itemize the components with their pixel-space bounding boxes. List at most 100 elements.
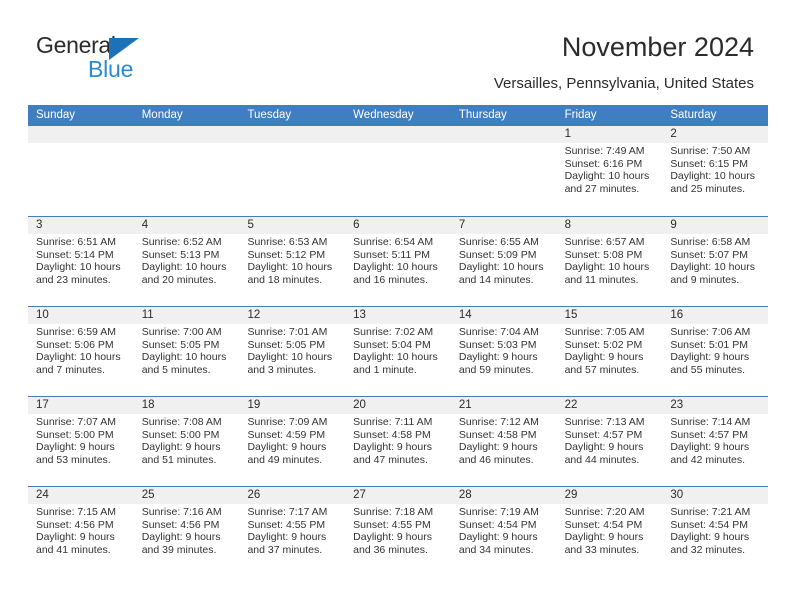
day-cell[interactable]: 6 Sunrise: 6:54 AM Sunset: 5:11 PM Dayli…	[345, 217, 451, 305]
day-cell[interactable]: 9 Sunrise: 6:58 AM Sunset: 5:07 PM Dayli…	[662, 217, 769, 305]
day-number: 10	[28, 307, 134, 324]
sunset-text: Sunset: 5:02 PM	[564, 338, 643, 351]
day-cell[interactable]	[450, 126, 557, 214]
day-cell[interactable]: 20 Sunrise: 7:11 AM Sunset: 4:58 PM Dayl…	[345, 397, 451, 485]
day-details: Sunrise: 6:58 AM Sunset: 5:07 PM Dayligh…	[662, 234, 768, 286]
sunrise-text: Sunrise: 7:02 AM	[353, 326, 434, 338]
day-details: Sunrise: 6:57 AM Sunset: 5:08 PM Dayligh…	[557, 234, 663, 286]
daylight-text: Daylight: 10 hours and 27 minutes.	[564, 170, 650, 195]
sunrise-text: Sunrise: 7:15 AM	[36, 506, 116, 518]
day-number: 28	[450, 487, 557, 504]
sunrise-text: Sunrise: 6:57 AM	[564, 236, 645, 248]
day-cell[interactable]: 7 Sunrise: 6:55 AM Sunset: 5:09 PM Dayli…	[450, 217, 557, 305]
day-cell[interactable]: 24 Sunrise: 7:15 AM Sunset: 4:56 PM Dayl…	[28, 487, 134, 575]
day-cell[interactable]: 17 Sunrise: 7:07 AM Sunset: 5:00 PM Dayl…	[28, 397, 134, 485]
sunset-text: Sunset: 5:01 PM	[670, 338, 748, 351]
day-details: Sunrise: 6:54 AM Sunset: 5:11 PM Dayligh…	[345, 234, 451, 286]
day-cell[interactable]: 8 Sunrise: 6:57 AM Sunset: 5:08 PM Dayli…	[556, 217, 663, 305]
sunrise-text: Sunrise: 6:55 AM	[458, 236, 539, 248]
day-cell[interactable]: 23 Sunrise: 7:14 AM Sunset: 4:57 PM Dayl…	[662, 397, 769, 485]
day-details: Sunrise: 7:14 AM Sunset: 4:57 PM Dayligh…	[662, 414, 768, 466]
day-cell[interactable]: 16 Sunrise: 7:06 AM Sunset: 5:01 PM Dayl…	[662, 307, 769, 395]
sunset-text: Sunset: 6:15 PM	[670, 157, 748, 170]
sunset-text: Sunset: 5:00 PM	[36, 428, 114, 441]
sunrise-text: Sunrise: 7:21 AM	[670, 506, 751, 518]
day-number: 11	[133, 307, 240, 324]
day-cell[interactable]: 15 Sunrise: 7:05 AM Sunset: 5:02 PM Dayl…	[556, 307, 663, 395]
day-cell[interactable]	[28, 126, 134, 214]
day-number: 16	[662, 307, 769, 324]
sunset-text: Sunset: 4:57 PM	[670, 428, 748, 441]
day-cell[interactable]: 12 Sunrise: 7:01 AM Sunset: 5:05 PM Dayl…	[239, 307, 346, 395]
day-cell[interactable]: 28 Sunrise: 7:19 AM Sunset: 4:54 PM Dayl…	[450, 487, 557, 575]
day-number: 6	[345, 217, 451, 234]
day-cell[interactable]: 14 Sunrise: 7:04 AM Sunset: 5:03 PM Dayl…	[450, 307, 557, 395]
day-details: Sunrise: 7:12 AM Sunset: 4:58 PM Dayligh…	[451, 414, 557, 466]
day-number: 15	[556, 307, 663, 324]
sunset-text: Sunset: 4:59 PM	[247, 428, 326, 441]
day-cell[interactable]: 25 Sunrise: 7:16 AM Sunset: 4:56 PM Dayl…	[133, 487, 240, 575]
day-cell[interactable]: 10 Sunrise: 6:59 AM Sunset: 5:06 PM Dayl…	[28, 307, 134, 395]
day-details: Sunrise: 7:13 AM Sunset: 4:57 PM Dayligh…	[557, 414, 663, 466]
day-cell[interactable]: 3 Sunrise: 6:51 AM Sunset: 5:14 PM Dayli…	[28, 217, 134, 305]
sunset-text: Sunset: 4:55 PM	[353, 518, 431, 531]
sunset-text: Sunset: 4:56 PM	[141, 518, 220, 531]
day-number: 14	[450, 307, 557, 324]
day-cell[interactable]: 1 Sunrise: 7:49 AM Sunset: 6:16 PM Dayli…	[556, 126, 663, 214]
sunset-text: Sunset: 4:58 PM	[458, 428, 537, 441]
day-cell[interactable]: 27 Sunrise: 7:18 AM Sunset: 4:55 PM Dayl…	[345, 487, 451, 575]
day-cell[interactable]: 11 Sunrise: 7:00 AM Sunset: 5:05 PM Dayl…	[133, 307, 240, 395]
weekday-header-sunday: Sunday	[36, 109, 76, 121]
day-cell[interactable]: 21 Sunrise: 7:12 AM Sunset: 4:58 PM Dayl…	[450, 397, 557, 485]
day-cell[interactable]	[133, 126, 240, 214]
sunrise-text: Sunrise: 6:51 AM	[36, 236, 116, 248]
day-number	[345, 126, 451, 143]
day-details: Sunrise: 7:00 AM Sunset: 5:05 PM Dayligh…	[134, 324, 240, 376]
day-cell[interactable]: 4 Sunrise: 6:52 AM Sunset: 5:13 PM Dayli…	[133, 217, 240, 305]
sunrise-text: Sunrise: 7:20 AM	[564, 506, 645, 518]
day-details: Sunrise: 7:49 AM Sunset: 6:16 PM Dayligh…	[557, 143, 663, 195]
sunset-text: Sunset: 5:13 PM	[141, 248, 220, 261]
daylight-text: Daylight: 9 hours and 47 minutes.	[353, 441, 432, 466]
daylight-text: Daylight: 9 hours and 41 minutes.	[36, 531, 115, 556]
sunset-text: Sunset: 4:54 PM	[670, 518, 748, 531]
day-cell[interactable]: 30 Sunrise: 7:21 AM Sunset: 4:54 PM Dayl…	[662, 487, 769, 575]
day-cell[interactable]: 2 Sunrise: 7:50 AM Sunset: 6:15 PM Dayli…	[662, 126, 769, 214]
day-number: 1	[556, 126, 663, 143]
day-number: 2	[662, 126, 769, 143]
sunset-text: Sunset: 5:12 PM	[247, 248, 326, 261]
day-cell[interactable]: 22 Sunrise: 7:13 AM Sunset: 4:57 PM Dayl…	[556, 397, 663, 485]
day-number: 9	[662, 217, 769, 234]
day-number	[28, 126, 134, 143]
week-row: 3 Sunrise: 6:51 AM Sunset: 5:14 PM Dayli…	[28, 216, 769, 306]
day-details: Sunrise: 7:15 AM Sunset: 4:56 PM Dayligh…	[28, 504, 134, 556]
daylight-text: Daylight: 9 hours and 33 minutes.	[564, 531, 644, 556]
day-details: Sunrise: 7:17 AM Sunset: 4:55 PM Dayligh…	[239, 504, 345, 556]
sunset-text: Sunset: 5:08 PM	[564, 248, 643, 261]
sunset-text: Sunset: 4:54 PM	[458, 518, 537, 531]
sunrise-sunset-calendar: Sunday Monday Tuesday Wednesday Thursday…	[28, 105, 769, 576]
day-number: 29	[556, 487, 663, 504]
day-cell[interactable]: 19 Sunrise: 7:09 AM Sunset: 4:59 PM Dayl…	[239, 397, 346, 485]
daylight-text: Daylight: 9 hours and 44 minutes.	[564, 441, 644, 466]
day-cell[interactable]	[345, 126, 451, 214]
day-cell[interactable]: 13 Sunrise: 7:02 AM Sunset: 5:04 PM Dayl…	[345, 307, 451, 395]
sunset-text: Sunset: 4:54 PM	[564, 518, 643, 531]
day-cell[interactable]: 5 Sunrise: 6:53 AM Sunset: 5:12 PM Dayli…	[239, 217, 346, 305]
general-blue-logo[interactable]: General Blue	[36, 32, 236, 86]
daylight-text: Daylight: 10 hours and 16 minutes.	[353, 261, 438, 286]
sunrise-text: Sunrise: 7:50 AM	[670, 145, 751, 157]
day-cell[interactable]: 26 Sunrise: 7:17 AM Sunset: 4:55 PM Dayl…	[239, 487, 346, 575]
daylight-text: Daylight: 9 hours and 51 minutes.	[141, 441, 221, 466]
day-number: 26	[239, 487, 346, 504]
week-row: 17 Sunrise: 7:07 AM Sunset: 5:00 PM Dayl…	[28, 396, 769, 486]
sunrise-text: Sunrise: 7:17 AM	[247, 506, 328, 518]
day-cell[interactable]: 29 Sunrise: 7:20 AM Sunset: 4:54 PM Dayl…	[556, 487, 663, 575]
daylight-text: Daylight: 9 hours and 32 minutes.	[670, 531, 750, 556]
day-cell[interactable]: 18 Sunrise: 7:08 AM Sunset: 5:00 PM Dayl…	[133, 397, 240, 485]
weekday-header-thursday: Thursday	[458, 109, 507, 121]
weekday-header-row: Sunday Monday Tuesday Wednesday Thursday…	[28, 105, 768, 126]
day-cell[interactable]	[239, 126, 346, 214]
day-number: 18	[133, 397, 240, 414]
daylight-text: Daylight: 10 hours and 1 minute.	[353, 351, 438, 376]
